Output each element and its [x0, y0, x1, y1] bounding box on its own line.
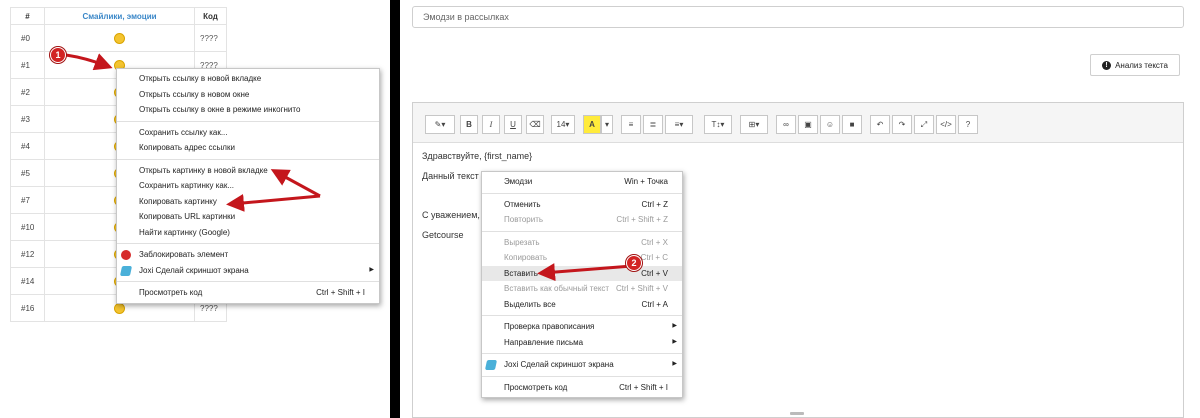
- editor-toolbar: ✎▾ B I U ⌫ 14▾ A ▾ ≡ ≣ ≡▾ T↕▾ ⊞▾ ∞ ▣ ☺ ■…: [413, 103, 1183, 143]
- row-num: #5: [10, 159, 45, 187]
- menu-item-joxi-screenshot[interactable]: Joxi Сделай скриншот экрана ▶: [117, 263, 379, 279]
- col-header-emoji[interactable]: Смайлики, эмоции: [44, 7, 195, 25]
- editor-line-greeting[interactable]: Здравствуйте, {first_name}: [422, 151, 532, 161]
- video-icon[interactable]: ■: [842, 115, 862, 134]
- table-header-row: # Смайлики, эмоции Код: [10, 7, 227, 25]
- image-icon[interactable]: ▣: [798, 115, 818, 134]
- undo-icon[interactable]: ↶: [870, 115, 890, 134]
- magic-wand-icon[interactable]: ✎▾: [425, 115, 455, 134]
- info-icon: !: [1102, 60, 1112, 70]
- stop-icon: [121, 250, 131, 260]
- menu-item-inspect[interactable]: Просмотреть код Ctrl + Shift + I: [117, 285, 379, 301]
- underline-button[interactable]: U: [504, 115, 522, 134]
- emoji-icon[interactable]: ☺: [820, 115, 840, 134]
- row-num: #4: [10, 132, 45, 160]
- menu-item-writing-direction[interactable]: Направление письма ▶: [482, 335, 682, 351]
- browser-context-menu: Открыть ссылку в новой вкладке Открыть с…: [116, 68, 380, 304]
- menu-item-open-link-new-window[interactable]: Открыть ссылку в новом окне: [117, 87, 379, 103]
- col-header-code: Код: [194, 7, 227, 25]
- table-icon[interactable]: ⊞▾: [740, 115, 768, 134]
- menu-divider: [482, 192, 682, 194]
- align-dropdown-icon[interactable]: ≡▾: [665, 115, 693, 134]
- row-num: #7: [10, 186, 45, 214]
- menu-divider: [117, 243, 379, 244]
- editor-line-body[interactable]: Данный текст: [422, 171, 479, 181]
- joxi-icon: [484, 360, 498, 370]
- fullscreen-icon[interactable]: ⤢: [914, 115, 934, 134]
- ordered-list-icon[interactable]: ≣: [643, 115, 663, 134]
- submenu-arrow-icon: ▶: [672, 338, 677, 345]
- row-num: #1: [10, 51, 45, 79]
- menu-item-open-link-incognito[interactable]: Открыть ссылку в окне в режиме инкогнито: [117, 102, 379, 118]
- highlight-color-button[interactable]: A: [583, 115, 601, 134]
- menu-item-save-link-as[interactable]: Сохранить ссылку как...: [117, 125, 379, 141]
- table-row: #0????: [10, 24, 227, 52]
- menu-item-copy-image-url[interactable]: Копировать URL картинки: [117, 209, 379, 225]
- menu-item-select-all[interactable]: Выделить все Ctrl + A: [482, 297, 682, 313]
- submenu-arrow-icon: ▶: [672, 323, 677, 329]
- submenu-arrow-icon: ▶: [369, 266, 374, 273]
- editor-resize-handle[interactable]: [790, 412, 804, 415]
- redo-icon[interactable]: ↷: [892, 115, 912, 134]
- row-num: #3: [10, 105, 45, 133]
- menu-divider: [482, 353, 682, 354]
- menu-item-copy: Копировать Ctrl + C: [504, 253, 668, 262]
- step-badge-2: 2: [626, 255, 642, 271]
- menu-item-joxi-screenshot[interactable]: Joxi Сделай скриншот экрана ▶: [482, 357, 682, 373]
- menu-item-spellcheck[interactable]: Проверка правописания ▶: [482, 319, 682, 335]
- menu-divider: [482, 230, 682, 232]
- help-button[interactable]: ?: [958, 115, 978, 134]
- editor-context-menu: Эмодзи Win + Точка Отменить Ctrl + Z Повто…: [481, 171, 683, 398]
- menu-item-paste-plain: Вставить как обычный текст Ctrl + Shift +…: [504, 284, 668, 293]
- emoji-image[interactable]: [114, 302, 125, 314]
- row-num: #16: [10, 294, 45, 322]
- menu-divider: [117, 120, 379, 122]
- text-style-dropdown[interactable]: T↕▾: [704, 115, 732, 134]
- row-num: #2: [10, 78, 45, 106]
- row-num: #0: [10, 24, 45, 52]
- menu-divider: [117, 158, 379, 160]
- menu-item-search-image-google[interactable]: Найти картинку (Google): [117, 225, 379, 241]
- menu-divider: [482, 315, 682, 316]
- submenu-arrow-icon: ▶: [672, 361, 677, 367]
- row-num: #10: [10, 213, 45, 241]
- bullet-list-icon[interactable]: ≡: [621, 115, 641, 134]
- mailing-title-input[interactable]: [412, 6, 1184, 28]
- menu-item-block-element[interactable]: Заблокировать элемент: [117, 247, 379, 263]
- editor-line-signature[interactable]: Getcourse: [422, 230, 464, 240]
- row-num: #14: [10, 267, 45, 295]
- menu-item-save-image-as[interactable]: Сохранить картинку как...: [117, 178, 379, 194]
- menu-item-paste[interactable]: Вставить Ctrl + V: [482, 265, 682, 281]
- menu-item-undo[interactable]: Отменить Ctrl + Z: [482, 197, 682, 213]
- link-icon[interactable]: ∞: [776, 115, 796, 134]
- font-size-select[interactable]: 14▾: [551, 115, 575, 134]
- code-view-button[interactable]: </>: [936, 115, 956, 134]
- row-num: #12: [10, 240, 45, 268]
- menu-item-emoji[interactable]: Эмодзи Win + Точка: [482, 174, 682, 190]
- analyze-text-button[interactable]: ! Анализ текста: [1090, 54, 1180, 76]
- menu-item-copy-link-address[interactable]: Копировать адрес ссылки: [117, 140, 379, 156]
- menu-divider: [482, 375, 682, 377]
- eraser-icon[interactable]: ⌫: [526, 115, 544, 134]
- menu-item-open-link-new-tab[interactable]: Открыть ссылку в новой вкладке: [117, 71, 379, 87]
- col-header-num: #: [10, 7, 45, 25]
- menu-item-redo: Повторить Ctrl + Shift + Z: [504, 215, 668, 224]
- highlight-dropdown[interactable]: ▾: [601, 115, 613, 134]
- menu-item-open-image-new-tab[interactable]: Открыть картинку в новой вкладке: [117, 163, 379, 179]
- row-code: ????: [194, 24, 227, 52]
- right-screenshot-panel: ! Анализ текста ✎▾ B I U ⌫ 14▾ A ▾ ≡ ≣ ≡…: [400, 0, 1200, 418]
- italic-button[interactable]: I: [482, 115, 500, 134]
- menu-item-inspect[interactable]: Просмотреть код Ctrl + Shift + I: [482, 380, 682, 396]
- left-screenshot-panel: # Смайлики, эмоции Код #0???? #1???? #2 …: [0, 0, 390, 418]
- editor-line-regards[interactable]: С уважением,: [422, 210, 480, 220]
- menu-item-cut: Вырезать Ctrl + X: [504, 237, 668, 247]
- joxi-icon: [119, 265, 133, 276]
- emoji-image[interactable]: [114, 32, 125, 44]
- menu-divider: [117, 281, 379, 282]
- step-badge-1: 1: [50, 47, 66, 63]
- menu-item-copy-image[interactable]: Копировать картинку: [117, 194, 379, 210]
- bold-button[interactable]: B: [460, 115, 478, 134]
